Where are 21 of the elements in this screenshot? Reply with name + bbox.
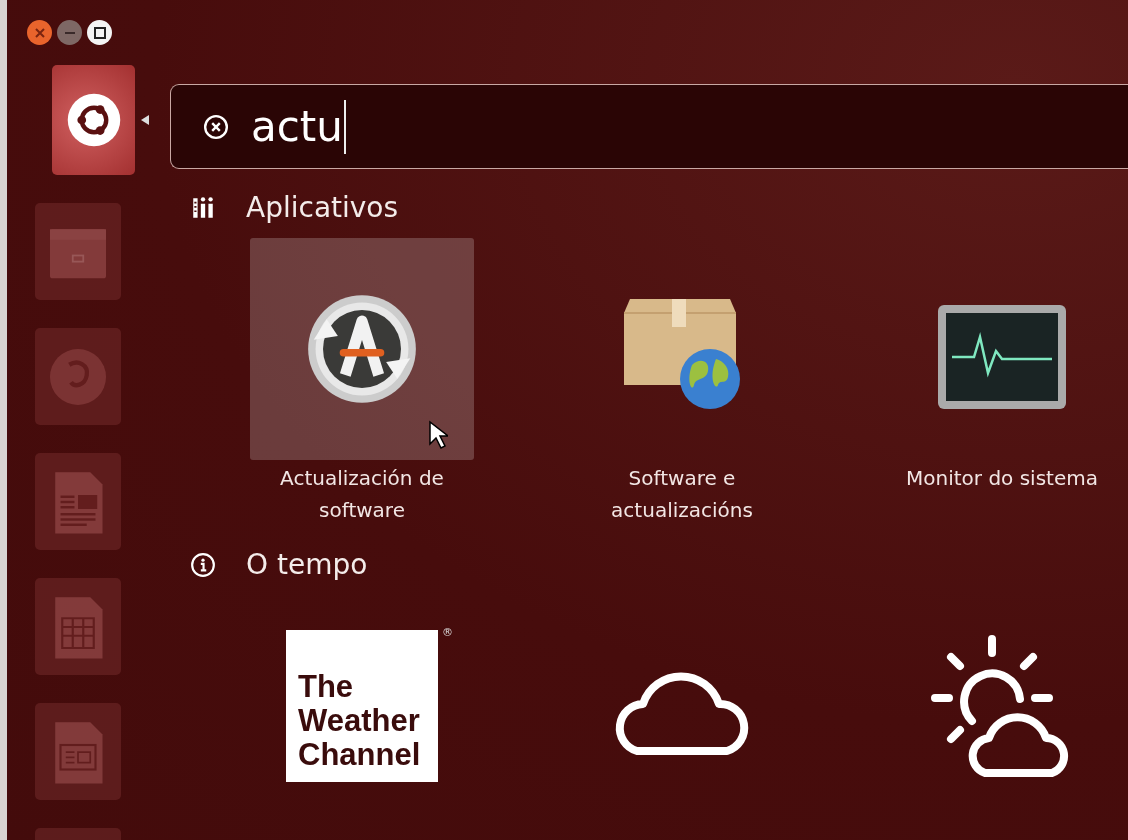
info-icon <box>190 551 216 578</box>
minimize-icon <box>64 31 75 34</box>
result-item[interactable]: The Weather Channel ® <box>250 595 474 817</box>
result-item[interactable] <box>250 238 474 460</box>
result-label: Monitor do sistema <box>906 465 1098 492</box>
category-title: O tempo <box>246 548 368 581</box>
maximize-button[interactable] <box>87 20 112 45</box>
category-title: Aplicativos <box>246 191 399 224</box>
clear-icon[interactable] <box>203 113 229 140</box>
active-indicator-icon <box>141 115 149 125</box>
weather-channel-logo: The Weather Channel <box>286 630 438 782</box>
registered-mark: ® <box>442 626 453 639</box>
text-cursor <box>343 99 346 154</box>
minimize-button[interactable] <box>57 20 82 45</box>
close-button[interactable] <box>27 20 52 45</box>
result-label: Software e actualizacións <box>611 465 753 524</box>
launcher-item[interactable] <box>52 65 135 175</box>
search-field[interactable]: actu <box>170 84 1128 169</box>
mouse-pointer-icon <box>428 420 448 450</box>
result-label: Actualización de software <box>280 465 444 524</box>
applications-icon <box>190 194 216 221</box>
